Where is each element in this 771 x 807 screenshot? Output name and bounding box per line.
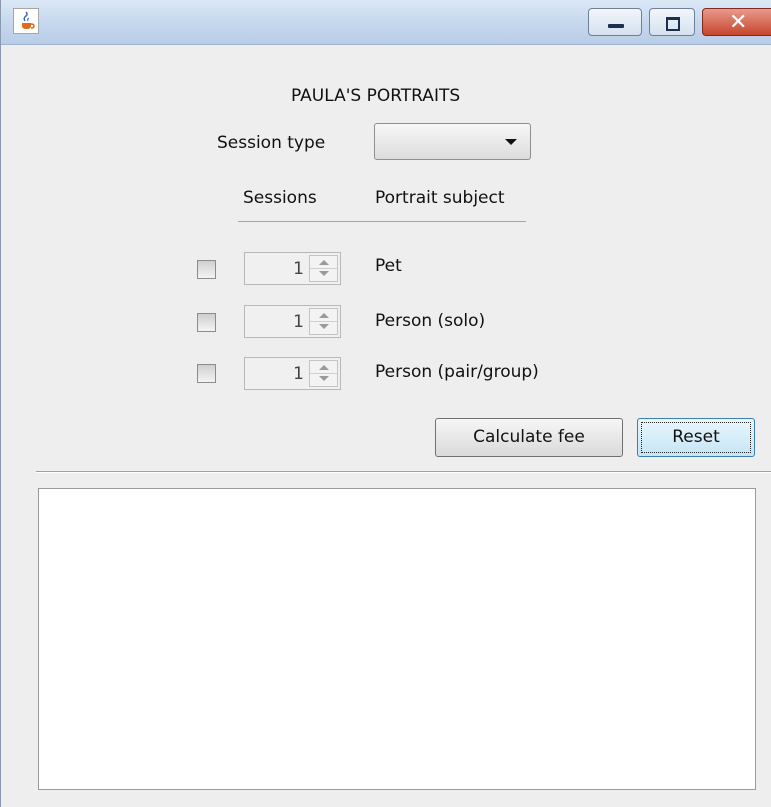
person-group-sessions-spinner[interactable]: 1 bbox=[244, 357, 341, 390]
pet-sessions-value: 1 bbox=[293, 259, 304, 279]
spinner-arrows[interactable] bbox=[309, 308, 338, 335]
app-window: ✕ PAULA'S PORTRAITS Session type Session… bbox=[0, 0, 771, 807]
focus-ring bbox=[641, 422, 751, 453]
spinner-down-icon[interactable] bbox=[319, 376, 329, 381]
spinner-down-icon[interactable] bbox=[319, 271, 329, 276]
person-solo-sessions-spinner[interactable]: 1 bbox=[244, 305, 341, 338]
maximize-button[interactable] bbox=[649, 8, 695, 36]
header-divider bbox=[238, 221, 526, 222]
spinner-up-icon[interactable] bbox=[319, 313, 329, 318]
person-solo-sessions-value: 1 bbox=[293, 312, 304, 332]
spinner-up-icon[interactable] bbox=[319, 365, 329, 370]
person-group-sessions-value: 1 bbox=[293, 364, 304, 384]
session-type-dropdown[interactable] bbox=[374, 123, 531, 160]
sessions-header: Sessions bbox=[243, 188, 317, 208]
portrait-subject-header: Portrait subject bbox=[375, 188, 505, 208]
spinner-down-icon[interactable] bbox=[319, 324, 329, 329]
person-solo-label: Person (solo) bbox=[375, 311, 486, 331]
person-solo-checkbox[interactable] bbox=[197, 313, 216, 332]
title-bar[interactable]: ✕ bbox=[1, 0, 771, 45]
close-button[interactable]: ✕ bbox=[702, 8, 771, 36]
pet-sessions-spinner[interactable]: 1 bbox=[244, 252, 341, 285]
spinner-arrows[interactable] bbox=[309, 360, 338, 387]
person-group-checkbox[interactable] bbox=[197, 364, 216, 383]
java-cup-icon[interactable] bbox=[13, 8, 39, 34]
pet-checkbox[interactable] bbox=[197, 260, 216, 279]
spinner-arrows[interactable] bbox=[309, 255, 338, 282]
output-text-area[interactable] bbox=[38, 488, 756, 790]
reset-button[interactable]: Reset bbox=[637, 418, 755, 457]
close-icon: ✕ bbox=[729, 10, 748, 35]
person-group-label: Person (pair/group) bbox=[375, 362, 539, 382]
pet-label: Pet bbox=[375, 256, 402, 276]
chevron-down-icon bbox=[505, 139, 517, 145]
app-title: PAULA'S PORTRAITS bbox=[291, 86, 461, 106]
session-type-label: Session type bbox=[217, 133, 326, 153]
spinner-up-icon[interactable] bbox=[319, 260, 329, 265]
calculate-fee-button[interactable]: Calculate fee bbox=[435, 418, 623, 457]
minimize-button[interactable] bbox=[588, 8, 642, 36]
